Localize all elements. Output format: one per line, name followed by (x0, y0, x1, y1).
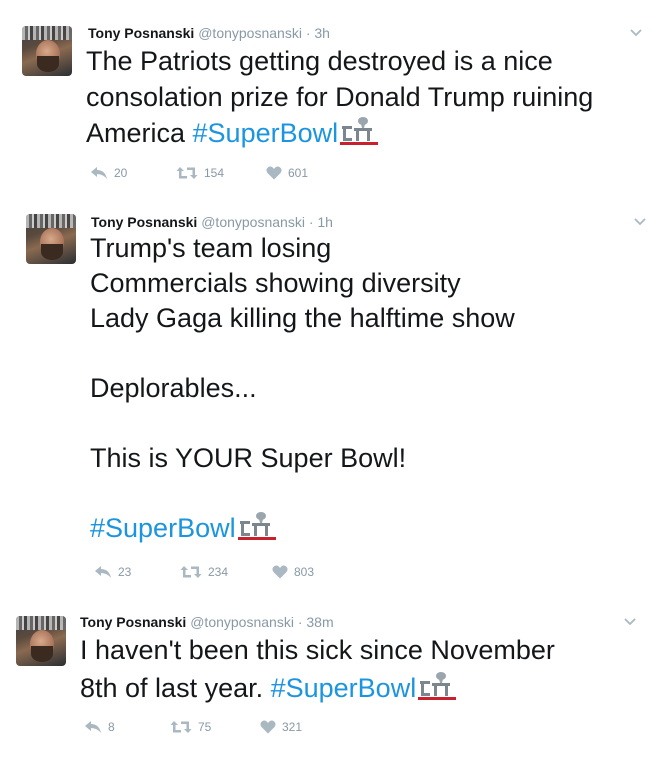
hashtag-link[interactable]: #SuperBowl (193, 118, 339, 148)
reply-button[interactable]: 23 (94, 565, 131, 579)
retweet-button[interactable]: 234 (180, 565, 228, 579)
retweet-count: 234 (208, 565, 229, 579)
retweet-icon (176, 167, 198, 179)
chevron-down-icon[interactable] (632, 213, 648, 229)
author-handle[interactable]: @tonyposnanski (198, 25, 302, 41)
reply-count: 20 (114, 166, 128, 180)
tweet-line: I haven't been this sick since November (80, 635, 555, 665)
timestamp[interactable]: 38m (306, 614, 333, 630)
retweet-count: 75 (198, 720, 212, 734)
author-handle[interactable]: @tonyposnanski (201, 214, 305, 230)
reply-count: 8 (108, 720, 115, 734)
avatar[interactable] (26, 214, 76, 264)
heart-icon (272, 565, 288, 579)
tweet-text: Trump's team losing Commercials showing … (90, 231, 515, 546)
like-button[interactable]: 601 (266, 166, 308, 180)
separator: · (308, 214, 314, 230)
tweet-line: Lady Gaga killing the halftime show (90, 303, 515, 333)
tweet-line: 8th of last year. (80, 673, 271, 703)
author-handle[interactable]: @tonyposnanski (190, 614, 294, 630)
chevron-down-icon[interactable] (622, 613, 638, 629)
tweet-3[interactable]: Tony Posnanski @tonyposnanski · 38m I ha… (0, 600, 670, 778)
retweet-icon (170, 721, 192, 733)
heart-icon (260, 720, 276, 734)
author-name[interactable]: Tony Posnanski (88, 25, 194, 41)
tweet-line: America (86, 118, 193, 148)
tweet-header: Tony Posnanski @tonyposnanski · 3h (88, 24, 330, 42)
like-count: 321 (282, 720, 303, 734)
heart-icon (266, 166, 282, 180)
tweet-2[interactable]: Tony Posnanski @tonyposnanski · 1h Trump… (0, 200, 670, 600)
retweet-count: 154 (204, 166, 225, 180)
tweet-text: The Patriots getting destroyed is a nice… (86, 43, 593, 151)
tweet-header: Tony Posnanski @tonyposnanski · 38m (80, 613, 334, 631)
tweet-line: Trump's team losing (90, 233, 332, 263)
reply-button[interactable]: 20 (90, 166, 127, 180)
tweet-line: consolation prize for Donald Trump ruini… (86, 82, 594, 112)
retweet-button[interactable]: 154 (176, 166, 224, 180)
timestamp[interactable]: 1h (317, 214, 333, 230)
avatar[interactable] (16, 616, 66, 666)
tweet-line: This is YOUR Super Bowl! (90, 443, 407, 473)
tweet-header: Tony Posnanski @tonyposnanski · 1h (91, 213, 333, 231)
reply-icon (85, 721, 101, 733)
like-button[interactable]: 321 (260, 720, 302, 734)
tweet-line: Commercials showing diversity (90, 268, 461, 298)
reply-button[interactable]: 8 (84, 720, 115, 734)
super-bowl-li-logo-icon (237, 512, 276, 540)
reply-icon (95, 566, 111, 578)
like-count: 803 (294, 565, 315, 579)
tweet-1[interactable]: Tony Posnanski @tonyposnanski · 3h The P… (0, 0, 670, 200)
like-button[interactable]: 803 (272, 565, 314, 579)
super-bowl-li-logo-icon (418, 672, 457, 700)
retweet-button[interactable]: 75 (170, 720, 211, 734)
avatar[interactable] (22, 26, 72, 76)
author-name[interactable]: Tony Posnanski (80, 614, 186, 630)
hashtag-link[interactable]: #SuperBowl (271, 673, 417, 703)
tweet-line: The Patriots getting destroyed is a nice (86, 46, 553, 76)
reply-icon (91, 167, 107, 179)
reply-count: 23 (118, 565, 132, 579)
tweet-text: I haven't been this sick since November … (80, 631, 555, 707)
separator: · (297, 614, 303, 630)
timestamp[interactable]: 3h (314, 25, 330, 41)
like-count: 601 (288, 166, 309, 180)
chevron-down-icon[interactable] (628, 24, 644, 40)
retweet-icon (180, 566, 202, 578)
hashtag-link[interactable]: #SuperBowl (90, 513, 236, 543)
separator: · (305, 25, 311, 41)
author-name[interactable]: Tony Posnanski (91, 214, 197, 230)
tweet-line: Deplorables... (90, 373, 257, 403)
super-bowl-li-logo-icon (340, 117, 379, 145)
